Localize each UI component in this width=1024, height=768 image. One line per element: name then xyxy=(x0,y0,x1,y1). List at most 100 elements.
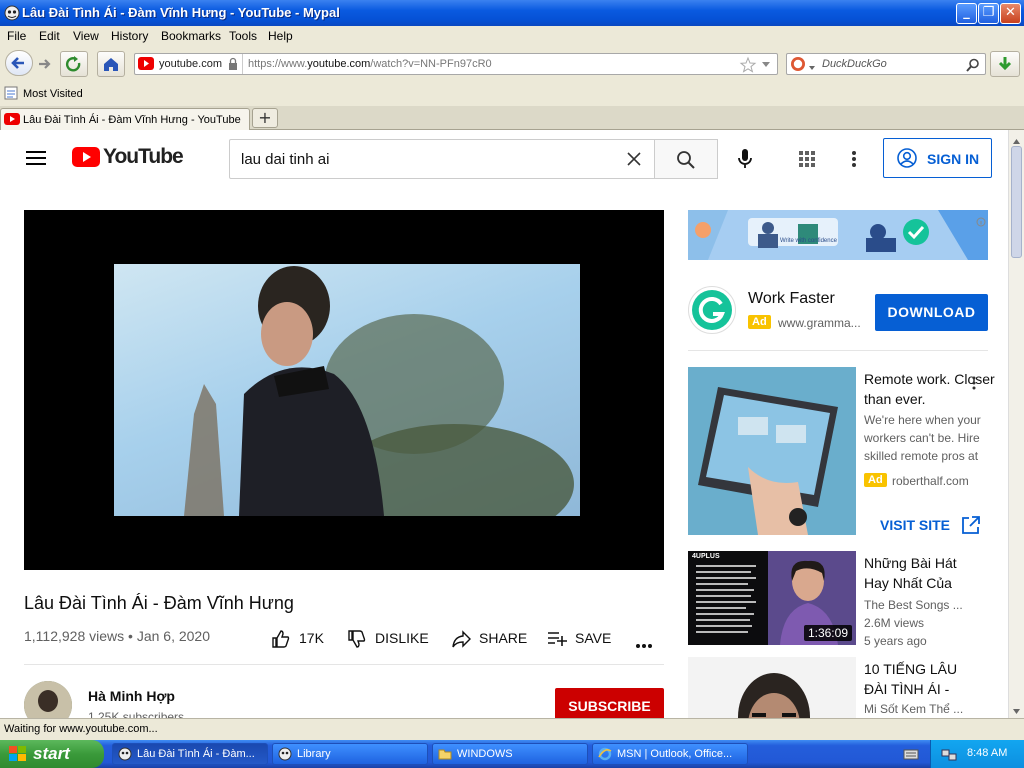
site-identity-label[interactable]: youtube.com xyxy=(159,58,222,70)
youtube-logo-text[interactable]: YouTube xyxy=(103,145,184,169)
ad2-menu-icon[interactable] xyxy=(972,376,976,390)
keyboard-tray-icon[interactable] xyxy=(903,746,919,760)
save-playlist-icon[interactable] xyxy=(547,630,567,648)
divider xyxy=(688,350,988,351)
ad-badge: Ad xyxy=(748,315,771,329)
divider xyxy=(24,664,664,665)
related-video-title[interactable]: Những Bài Hát Hay Nhất Của xyxy=(864,553,957,593)
related-title-line1: 10 TIẾNG LÂU xyxy=(864,661,958,677)
scroll-up-icon[interactable] xyxy=(1011,132,1022,144)
reload-button[interactable] xyxy=(60,51,88,77)
related-video-meta: The Best Songs ... 2.6M views 5 years ag… xyxy=(864,596,963,650)
web-search-box[interactable]: DuckDuckGo xyxy=(786,53,986,75)
taskbar-task-windows-folder[interactable]: WINDOWS xyxy=(432,743,588,765)
menu-view[interactable]: View xyxy=(73,29,99,43)
like-count[interactable]: 17K xyxy=(299,630,324,646)
menu-bookmarks[interactable]: Bookmarks xyxy=(161,29,221,43)
restore-button[interactable]: ❐ xyxy=(978,3,999,24)
close-button[interactable]: ✕ xyxy=(1000,3,1021,24)
browser-app-icon xyxy=(118,747,132,761)
video-duration: 1:36:09 xyxy=(803,625,852,641)
url-path: /watch?v=NN-PFn97cR0 xyxy=(370,58,492,70)
dislike-button[interactable]: DISLIKE xyxy=(375,630,429,646)
hamburger-menu-icon[interactable] xyxy=(26,150,46,166)
clear-search-icon[interactable] xyxy=(627,152,641,166)
visit-site-button[interactable]: VISIT SITE xyxy=(880,517,950,533)
back-button[interactable] xyxy=(5,50,33,76)
minimize-button[interactable]: _ xyxy=(956,3,977,24)
bookmark-star-icon[interactable] xyxy=(739,56,757,74)
home-icon xyxy=(104,58,118,71)
scrollbar-thumb[interactable] xyxy=(1011,146,1022,258)
video-frame xyxy=(114,264,580,516)
save-button[interactable]: SAVE xyxy=(575,630,611,646)
related-video-title[interactable]: 10 TIẾNG LÂU ĐÀI TÌNH ÁI - xyxy=(864,659,957,699)
related-video-thumbnail[interactable]: 4UPLUS 1:36:09 xyxy=(688,551,856,645)
more-options-icon[interactable] xyxy=(851,150,857,168)
ad2-image[interactable] xyxy=(688,367,856,535)
video-title: Lâu Đài Tình Ái - Đàm Vĩnh Hưng xyxy=(24,593,294,613)
downloads-button[interactable] xyxy=(990,51,1020,77)
url-text[interactable]: https://www.youtube.com/watch?v=NN-PFn97… xyxy=(248,58,492,70)
grammarly-logo-icon[interactable] xyxy=(688,286,736,334)
back-arrow-icon xyxy=(11,57,24,69)
video-stats: 1,112,928 views • Jan 6, 2020 xyxy=(24,628,210,644)
ad1-domain: www.gramma... xyxy=(778,316,861,330)
forward-button[interactable] xyxy=(36,55,54,73)
network-tray-icon[interactable] xyxy=(941,746,957,762)
reload-icon xyxy=(65,56,81,72)
related-title-line2: Hay Nhất Của xyxy=(864,575,952,591)
taskbar-task-msn[interactable]: MSN | Outlook, Office... xyxy=(592,743,748,765)
youtube-search-button[interactable] xyxy=(654,139,718,179)
search-icon[interactable] xyxy=(965,57,981,73)
home-button[interactable] xyxy=(97,51,125,77)
more-actions-icon[interactable] xyxy=(635,636,653,648)
like-icon[interactable] xyxy=(271,629,291,649)
scroll-down-icon[interactable] xyxy=(1011,702,1022,714)
most-visited-bookmark[interactable]: Most Visited xyxy=(23,88,83,100)
clock[interactable]: 8:48 AM xyxy=(967,747,1007,759)
ad1-title[interactable]: Work Faster xyxy=(748,290,835,308)
youtube-search-input[interactable]: lau dai tinh ai xyxy=(229,139,655,179)
dislike-icon[interactable] xyxy=(347,629,367,649)
menu-tools[interactable]: Tools xyxy=(229,29,257,43)
video-player[interactable] xyxy=(24,210,664,570)
apps-grid-icon[interactable] xyxy=(799,151,815,167)
search-engine-dropdown-icon[interactable] xyxy=(809,62,815,70)
channel-avatar[interactable] xyxy=(24,681,72,718)
sign-in-button[interactable]: SIGN IN xyxy=(883,138,992,178)
ad2-title-line2: than ever. xyxy=(864,391,926,407)
share-icon[interactable] xyxy=(451,629,471,649)
external-link-icon[interactable] xyxy=(961,515,981,535)
new-tab-button[interactable]: + xyxy=(252,108,278,128)
related-video-thumbnail[interactable] xyxy=(688,657,856,718)
ad-info-icon[interactable] xyxy=(976,214,986,227)
menu-history[interactable]: History xyxy=(111,29,148,43)
banner-ad-text: Write with confidence xyxy=(780,238,837,244)
banner-ad[interactable]: Write with confidence xyxy=(688,210,988,260)
channel-name[interactable]: Hà Minh Hợp xyxy=(88,688,175,704)
internet-explorer-icon xyxy=(598,747,612,761)
youtube-logo-icon[interactable] xyxy=(72,147,100,167)
window-title-bar[interactable]: Lâu Đài Tình Ái - Đàm Vĩnh Hưng - YouTub… xyxy=(0,0,1024,26)
related-title-line2: ĐÀI TÌNH ÁI - xyxy=(864,681,950,697)
taskbar-task-browser[interactable]: Lâu Đài Tình Ái - Đàm... xyxy=(112,743,268,765)
ad-badge: Ad xyxy=(864,473,887,487)
subscribe-button[interactable]: SUBSCRIBE xyxy=(555,688,664,718)
search-query[interactable]: lau dai tinh ai xyxy=(241,151,329,168)
url-bar[interactable]: youtube.com https://www.youtube.com/watc… xyxy=(134,53,778,75)
menu-help[interactable]: Help xyxy=(268,29,293,43)
menu-bar: File Edit View History Bookmarks Tools H… xyxy=(0,26,1024,46)
tab-label: Lâu Đài Tình Ái - Đàm Vĩnh Hưng - YouTub… xyxy=(23,114,241,126)
tab-youtube[interactable]: Lâu Đài Tình Ái - Đàm Vĩnh Hưng - YouTub… xyxy=(0,108,250,130)
dropdown-arrow-icon[interactable] xyxy=(761,60,771,68)
ad2-desc-line3: skilled remote pros at xyxy=(864,449,979,463)
vertical-scrollbar[interactable] xyxy=(1008,130,1024,718)
menu-edit[interactable]: Edit xyxy=(39,29,60,43)
taskbar-task-library[interactable]: Library xyxy=(272,743,428,765)
share-button[interactable]: SHARE xyxy=(479,630,527,646)
download-ad-button[interactable]: DOWNLOAD xyxy=(875,294,988,331)
microphone-icon[interactable] xyxy=(737,148,753,170)
start-button[interactable]: start xyxy=(0,740,104,768)
menu-file[interactable]: File xyxy=(7,29,26,43)
